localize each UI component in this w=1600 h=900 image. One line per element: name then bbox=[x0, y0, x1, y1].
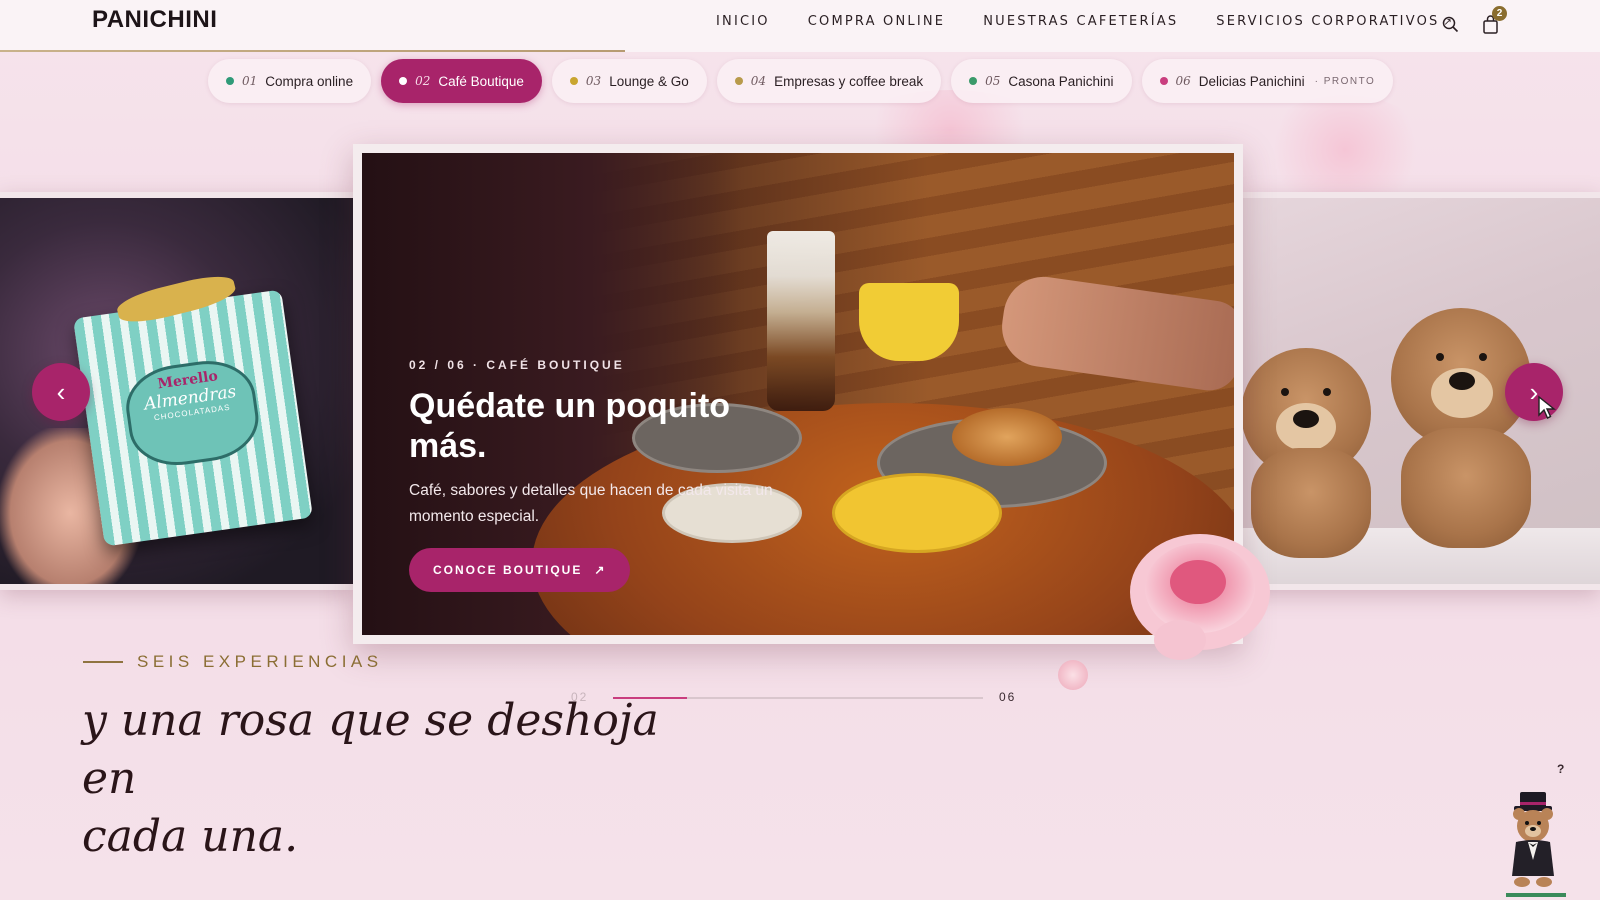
main-nav: INICIO COMPRA ONLINE NUESTRAS CAFETERÍAS… bbox=[716, 14, 1454, 29]
bear-eye bbox=[1436, 353, 1444, 361]
chip-label: Lounge & Go bbox=[609, 73, 689, 89]
chip-number: 03 bbox=[585, 74, 602, 88]
chip-dot bbox=[969, 77, 978, 85]
ribbon-bow bbox=[114, 270, 239, 329]
chip-label: Empresas y coffee break bbox=[774, 73, 924, 89]
chip-cafe-boutique[interactable]: 02 Café Boutique bbox=[381, 59, 542, 103]
bear-nose bbox=[1449, 372, 1475, 390]
progress-total: 06 bbox=[999, 690, 1017, 704]
chip-compra-online[interactable]: 01 Compra online bbox=[208, 59, 372, 103]
shopping-bag-icon[interactable]: 2 bbox=[1477, 6, 1507, 37]
site-header: PANICHINI INICIO COMPRA ONLINE NUESTRAS … bbox=[0, 0, 1600, 52]
chip-dot bbox=[1159, 77, 1168, 85]
section-label: SEIS EXPERIENCIAS bbox=[137, 652, 383, 671]
chip-dot bbox=[569, 77, 578, 85]
header-progress-line bbox=[0, 50, 625, 52]
bear-eye bbox=[1479, 353, 1487, 361]
chip-dot bbox=[226, 77, 234, 85]
brand-logo[interactable]: PANICHINI bbox=[92, 6, 217, 34]
slide-description: Café, sabores y detalles que hacen de ca… bbox=[409, 482, 773, 525]
tagline-line: y una rosa que se deshoja en bbox=[82, 695, 659, 804]
bear-mascot-assistant[interactable] bbox=[1502, 790, 1568, 890]
cta-label: CONOCE BOUTIQUE bbox=[433, 563, 583, 577]
chip-casona-panichini[interactable]: 05 Casona Panichini bbox=[951, 59, 1132, 103]
mouse-cursor-icon bbox=[1538, 395, 1556, 419]
candy-label: Merello Almendras CHOCOLATADAS bbox=[120, 354, 264, 472]
nav-item-servicios-label: SERVICIOS CORPORATIVOS bbox=[1216, 14, 1440, 29]
conoce-boutique-button[interactable]: CONOCE BOUTIQUE ↗ bbox=[409, 548, 631, 592]
candy-box-image: Merello Almendras CHOCOLATADAS bbox=[73, 270, 313, 547]
bear-nose bbox=[1293, 410, 1319, 428]
chip-delicias-panichini[interactable]: 06 Delicias Panichini · PRONTO bbox=[1141, 59, 1394, 103]
mascot-status-bar bbox=[1506, 893, 1566, 897]
featured-slide-cafe-boutique: 02 / 06 · CAFÉ BOUTIQUE Quédate un poqui… bbox=[362, 153, 1234, 635]
nav-item-servicios-corporativos[interactable]: SERVICIOS CORPORATIVOS ↗ bbox=[1216, 14, 1454, 29]
chip-label: Café Boutique bbox=[438, 73, 524, 89]
slide-headline: Quédate un poquito más. bbox=[409, 386, 829, 466]
chip-lounge-go[interactable]: 03 Lounge & Go bbox=[551, 59, 707, 103]
coming-soon-tag: · PRONTO bbox=[1314, 75, 1376, 87]
croissant-image bbox=[952, 408, 1062, 466]
chevron-left-icon: ‹ bbox=[56, 377, 66, 407]
help-icon[interactable]: ? bbox=[1557, 762, 1564, 776]
falling-petal-decor bbox=[1058, 660, 1088, 690]
search-icon[interactable] bbox=[1437, 11, 1463, 37]
nav-item-compra-online[interactable]: COMPRA ONLINE bbox=[808, 14, 945, 29]
slide-eyebrow: 02 / 06 · CAFÉ BOUTIQUE bbox=[409, 358, 625, 372]
nav-item-cafeterias[interactable]: NUESTRAS CAFETERÍAS bbox=[983, 14, 1178, 29]
chip-label: Delicias Panichini bbox=[1198, 73, 1305, 89]
section-rule bbox=[83, 661, 123, 663]
featured-slide-frame: 02 / 06 · CAFÉ BOUTIQUE Quédate un poqui… bbox=[353, 144, 1243, 644]
progress-current: 02 bbox=[571, 690, 589, 704]
tagline-line: cada una. bbox=[82, 811, 299, 862]
slide-copy: 02 / 06 · CAFÉ BOUTIQUE Quédate un poqui… bbox=[409, 358, 829, 592]
section-tagline: y una rosa que se deshoja en cada una. bbox=[82, 692, 682, 866]
teddy-body bbox=[1401, 428, 1531, 548]
bear-eye bbox=[1281, 388, 1289, 396]
chip-number: 05 bbox=[985, 74, 1001, 88]
rose-decor bbox=[1130, 534, 1270, 660]
chip-number: 04 bbox=[750, 74, 767, 88]
slide-headline-line: más. bbox=[409, 427, 487, 465]
chip-number: 06 bbox=[1175, 74, 1191, 88]
nav-item-inicio[interactable]: INICIO bbox=[716, 14, 770, 29]
cloud-decor bbox=[1260, 95, 1430, 205]
chip-dot bbox=[734, 77, 743, 85]
chip-number: 02 bbox=[415, 74, 431, 88]
chip-label: Compra online bbox=[265, 73, 354, 89]
chip-empresas-coffee-break[interactable]: 04 Empresas y coffee break bbox=[716, 59, 942, 103]
experience-chips: 01 Compra online 02 Café Boutique 03 Lou… bbox=[208, 59, 1394, 103]
slide-headline-line: Quédate un poquito bbox=[409, 387, 731, 425]
chip-label: Casona Panichini bbox=[1008, 73, 1114, 89]
hand-image bbox=[996, 271, 1234, 395]
chip-dot bbox=[399, 77, 408, 85]
chip-number: 01 bbox=[242, 74, 258, 88]
external-arrow-icon: ↗ bbox=[594, 563, 607, 577]
bear-eye bbox=[1323, 388, 1331, 396]
progress-fill bbox=[613, 697, 687, 699]
yellow-plate-image bbox=[832, 473, 1002, 553]
yellow-cup-image bbox=[859, 283, 959, 361]
cart-count-badge: 2 bbox=[1492, 6, 1507, 21]
carousel-progress-bar bbox=[613, 697, 983, 699]
carousel-prev-button[interactable]: ‹ bbox=[32, 363, 90, 421]
